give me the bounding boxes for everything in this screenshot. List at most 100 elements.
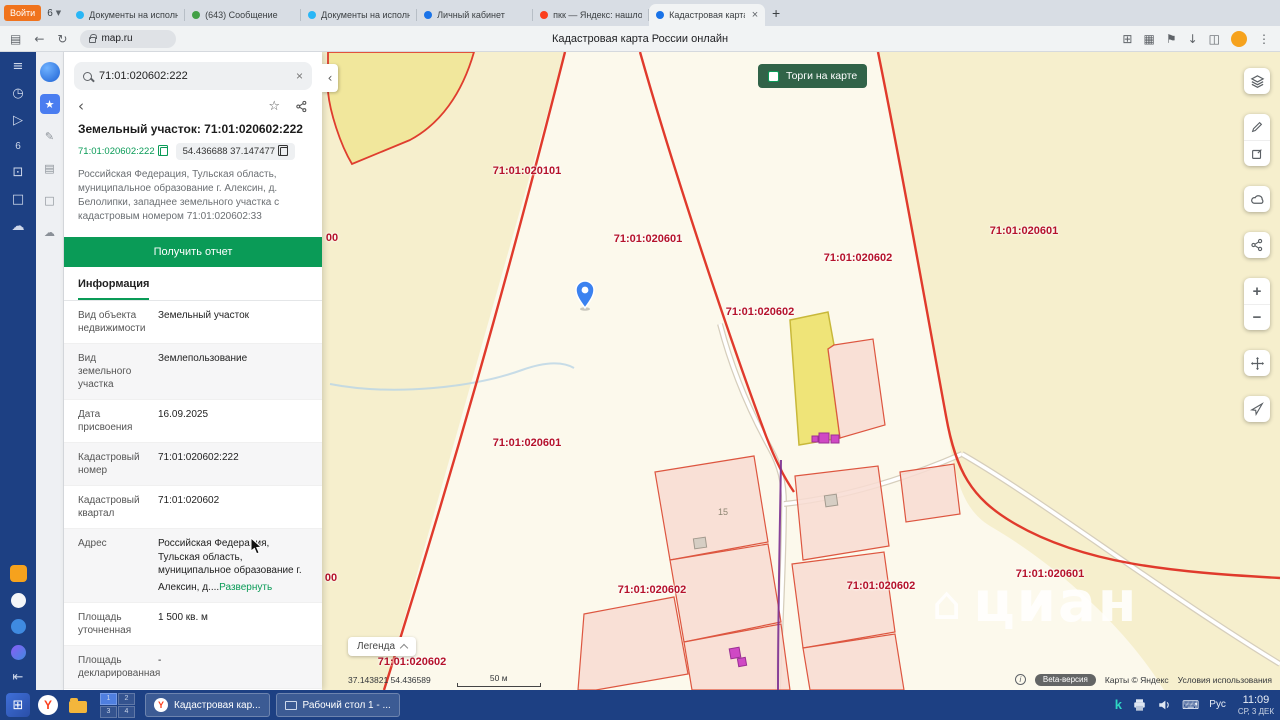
workspace-4[interactable]: 4 — [118, 706, 135, 718]
map-canvas[interactable] — [322, 52, 1280, 690]
cadastral-number-chip[interactable]: 71:01:020602:222 — [78, 146, 168, 157]
collections-icon[interactable]: ▦ — [1143, 33, 1154, 45]
chevron-down-icon: ▼ — [56, 10, 61, 17]
terms-link[interactable]: Условия использования — [1178, 675, 1272, 685]
expand-address-link[interactable]: Развернуть — [219, 581, 272, 595]
collapse-panel-icon[interactable]: ⇤ — [13, 671, 24, 684]
start-menu-button[interactable]: ⊞ — [6, 693, 30, 717]
workspace-3[interactable]: 3 — [100, 706, 117, 718]
address-text: map.ru — [101, 33, 132, 44]
edit-area-icon[interactable] — [1244, 140, 1270, 166]
selection-tool-icon[interactable]: □ — [40, 190, 60, 210]
keyboard-icon[interactable]: ⌨ — [1182, 699, 1199, 711]
extensions-icon[interactable]: ◫ — [1209, 33, 1220, 45]
printer-icon[interactable] — [1132, 698, 1147, 712]
favorite-star-icon[interactable]: ☆ — [268, 100, 280, 113]
pencil-icon[interactable] — [1244, 114, 1270, 140]
browser-tab[interactable]: пкк — Яндекс: нашлось — [533, 4, 649, 26]
menu-dots-icon[interactable]: ⋮ — [1258, 33, 1270, 45]
app-icon[interactable] — [11, 593, 26, 608]
tab-label: Документы на исполнен — [89, 10, 178, 20]
share-icon[interactable] — [295, 100, 308, 113]
new-tab-button[interactable]: + — [765, 2, 787, 24]
profile-avatar[interactable] — [1231, 31, 1247, 47]
clock-time: 11:09 — [1238, 694, 1274, 707]
bookmark-icon[interactable]: ⚑ — [1166, 33, 1177, 45]
tab-information-label: Информация — [78, 278, 149, 300]
menu-icon[interactable]: ≡ — [13, 60, 24, 73]
language-indicator[interactable]: Рус — [1209, 699, 1226, 710]
video-icon[interactable]: ▷ — [13, 114, 23, 127]
tab-favicon — [540, 11, 548, 19]
torgi-toggle[interactable]: Торги на карте — [758, 64, 867, 88]
workspace-switcher[interactable]: 1 2 3 4 — [100, 693, 135, 718]
search-input[interactable] — [99, 70, 289, 82]
browser-tab[interactable]: Документы на исполнен — [69, 4, 185, 26]
task-button-browser[interactable]: Y Кадастровая кар... — [145, 693, 270, 717]
task-label: Рабочий стол 1 - ... — [303, 700, 391, 711]
layers-cloud-icon[interactable]: ☁ — [40, 222, 60, 242]
browser-login-button[interactable]: Войти — [4, 5, 41, 21]
cloud-icon[interactable]: ☁ — [12, 220, 25, 233]
history-icon[interactable]: ◷ — [12, 87, 23, 100]
browser-tab[interactable]: Кадастровая карта Рос× — [649, 4, 765, 26]
torgi-checkbox[interactable] — [768, 71, 779, 82]
copy-icon[interactable] — [160, 147, 168, 156]
yandex-services-icon[interactable] — [10, 565, 27, 582]
search-box[interactable]: × — [74, 62, 312, 90]
browser-tab[interactable]: (643) Сообщение — [185, 4, 301, 26]
browser-tab[interactable]: Личный кабинет — [417, 4, 533, 26]
taskbar-browser-icon[interactable]: Y — [36, 693, 60, 717]
task-button-desktop[interactable]: Рабочий стол 1 - ... — [276, 693, 400, 717]
page-title: Кадастровая карта России онлайн — [320, 33, 960, 45]
clock[interactable]: 11:09 СР, 3 ДЕК — [1238, 694, 1274, 716]
tab-information[interactable]: Информация — [64, 267, 322, 301]
alice-icon[interactable] — [11, 645, 26, 660]
info-row-label: Вид объекта недвижимости — [64, 301, 154, 343]
widgets-icon[interactable]: □ — [12, 193, 24, 206]
messenger-icon[interactable] — [11, 619, 26, 634]
objects-tool-icon[interactable]: ▤ — [40, 158, 60, 178]
screenshot-icon[interactable]: ⊡ — [13, 166, 24, 179]
tab-favicon — [308, 11, 316, 19]
layers-icon[interactable] — [1244, 68, 1270, 94]
tab-favicon — [424, 11, 432, 19]
workspace-2[interactable]: 2 — [118, 693, 135, 705]
workspace-1[interactable]: 1 — [100, 693, 117, 705]
downloads-icon[interactable]: ↓ — [1188, 33, 1198, 45]
favorites-tool-icon[interactable]: ★ — [40, 94, 60, 114]
share-map-icon[interactable] — [1244, 232, 1270, 258]
info-row-value: Земельный участок — [154, 301, 322, 343]
back-chevron-icon[interactable]: ‹ — [78, 99, 84, 114]
address-bar[interactable]: map.ru — [80, 30, 176, 48]
sidebar-toggle-icon[interactable]: ▤ — [10, 33, 21, 45]
info-row: Вид объекта недвижимостиЗемельный участо… — [64, 301, 322, 344]
info-icon[interactable]: i — [1015, 674, 1026, 685]
measure-tool-icon[interactable]: ✎ — [40, 126, 60, 146]
pan-icon[interactable] — [1244, 350, 1270, 376]
upload-cloud-icon[interactable] — [1244, 186, 1270, 212]
zoom-in-button[interactable]: + — [1244, 278, 1270, 304]
services-grid-icon[interactable]: ⊞ — [1122, 33, 1132, 45]
clear-search-icon[interactable]: × — [296, 69, 303, 83]
browser-tab[interactable]: Документы на исполнен — [301, 4, 417, 26]
cadastral-map[interactable]: 71:01:02010171:01:02060171:01:02060271:0… — [322, 52, 1280, 690]
reload-icon[interactable]: ↻ — [57, 33, 67, 45]
copy-icon[interactable] — [280, 147, 288, 156]
collapse-panel-button[interactable]: ‹ — [322, 64, 338, 92]
get-report-button[interactable]: Получить отчет — [64, 237, 322, 267]
legend-button[interactable]: Легенда — [348, 637, 416, 656]
volume-icon[interactable] — [1157, 698, 1172, 712]
tab-counter[interactable]: 6 ▼ — [47, 8, 61, 19]
zoom-out-button[interactable]: − — [1244, 304, 1270, 330]
tab-close-icon[interactable]: × — [750, 9, 758, 21]
browser-toolbar: ▤ ← ↻ map.ru Кадастровая карта России он… — [0, 26, 1280, 52]
my-location-icon[interactable] — [1244, 396, 1270, 422]
back-icon[interactable]: ← — [34, 33, 44, 45]
taskbar-files-icon[interactable] — [66, 693, 90, 717]
info-row: Площадь уточненная1 500 кв. м — [64, 603, 322, 646]
coordinates-chip[interactable]: 54.436688 37.147477 — [176, 143, 295, 160]
tray-k-icon[interactable]: k — [1115, 697, 1122, 712]
scale-label: 50 м — [490, 673, 508, 683]
tabs-count-icon[interactable]: 6 — [15, 141, 21, 152]
